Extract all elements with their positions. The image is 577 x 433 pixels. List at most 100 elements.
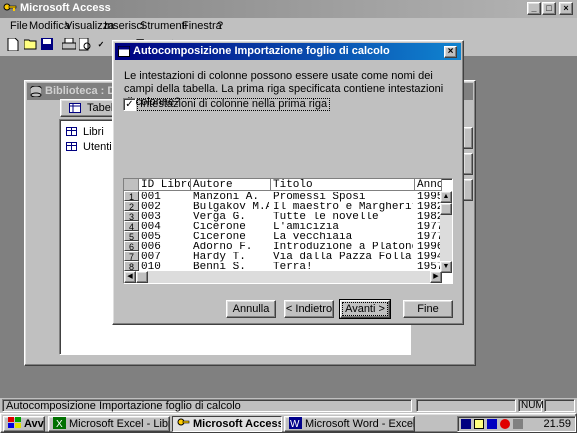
scroll-right-icon[interactable]: ▶ [430, 271, 442, 283]
row-number[interactable]: 3 [124, 211, 139, 222]
column-header-anno[interactable]: Anno [415, 179, 442, 191]
list-item-libri[interactable]: Libri [66, 126, 104, 138]
clock: 21.59 [543, 418, 571, 430]
preview-grid[interactable]: ID Libro Autore Titolo Anno 1 001 Manzoni … [123, 178, 453, 284]
dialog-title: Autocomposizione Importazione foglio di … [133, 45, 390, 57]
cell-autore: Hardy T. [193, 252, 246, 262]
cell-titolo: Introduzione a Platone [273, 242, 413, 252]
column-header-autore[interactable]: Autore [191, 179, 271, 191]
row-number[interactable]: 1 [124, 191, 139, 202]
spelling-icon[interactable]: ✓ [94, 38, 108, 52]
design-button[interactable] [463, 153, 473, 175]
close-button[interactable]: × [559, 2, 573, 15]
table-icon [69, 103, 81, 113]
open-icon[interactable] [23, 38, 38, 52]
app-title-bar[interactable]: Microsoft Access _ □ × [0, 0, 577, 18]
row-number[interactable]: 7 [124, 251, 139, 262]
row-number[interactable]: 4 [124, 221, 139, 232]
system-tray: 21.59 [457, 416, 576, 432]
task-access[interactable]: Microsoft Access [172, 416, 282, 432]
maximize-button[interactable]: □ [542, 2, 556, 15]
new-icon[interactable] [6, 37, 20, 52]
grid-corner [124, 179, 139, 191]
header-row-checkbox-row[interactable]: ✓ Intestazioni di colonne nella prima ri… [123, 98, 331, 112]
next-button[interactable]: Avanti > [339, 299, 391, 319]
column-header-id-libro[interactable]: ID Libro [139, 179, 191, 191]
save-icon[interactable] [40, 38, 54, 52]
open-button[interactable] [463, 127, 473, 149]
horizontal-scrollbar[interactable]: ◀ ▶ [124, 271, 442, 283]
cell-anno: 1977 [417, 232, 442, 242]
cell-id-libro: 001 [141, 192, 161, 202]
scroll-left-icon[interactable]: ◀ [124, 271, 136, 283]
task-word-excel[interactable]: W Microsoft Word - Excel [284, 416, 415, 432]
cell-titolo: Promessi Sposi [273, 192, 366, 202]
scroll-thumb[interactable] [440, 203, 452, 215]
cell-titolo: L'amicizia [273, 222, 340, 232]
svg-text:W: W [290, 419, 300, 429]
cell-anno: 1977 [417, 222, 442, 232]
access-key-icon [3, 3, 17, 11]
scroll-thumb[interactable] [136, 271, 148, 283]
tray-icon[interactable] [461, 419, 471, 429]
list-item-utenti[interactable]: Utenti [66, 141, 112, 153]
cell-id-libro: 007 [141, 252, 161, 262]
cell-anno: 1982 [417, 212, 442, 222]
cell-titolo: La vecchiaia [273, 232, 353, 242]
task-label: Microsoft Access [193, 418, 282, 430]
tray-icon[interactable] [474, 419, 484, 429]
task-label: Microsoft Word - Excel [305, 418, 415, 430]
next-button-label: Avanti > [342, 302, 388, 316]
windows-logo-icon [8, 417, 21, 428]
row-number[interactable]: 6 [124, 241, 139, 252]
cell-autore: Adorno F. [193, 242, 253, 252]
status-cell [544, 399, 575, 412]
menu-modifica[interactable]: Modifica [29, 20, 70, 32]
wizard-icon [118, 46, 130, 57]
menu-finestra[interactable]: Finestra [182, 20, 222, 32]
scroll-up-icon[interactable]: ▲ [440, 191, 452, 203]
row-number[interactable]: 8 [124, 261, 139, 272]
list-item-label: Utenti [83, 141, 112, 153]
cell-autore: Manzoni A. [193, 192, 260, 202]
print-icon[interactable] [61, 37, 77, 52]
database-icon [30, 86, 42, 97]
header-row-checkbox[interactable]: ✓ [123, 98, 136, 111]
svg-text:X: X [56, 419, 63, 429]
print-preview-icon[interactable] [78, 37, 92, 52]
tray-icon[interactable] [500, 419, 510, 429]
cell-anno: 1982 [417, 202, 442, 212]
column-header-titolo[interactable]: Titolo [271, 179, 415, 191]
vertical-scrollbar[interactable]: ▲ ▼ [440, 191, 452, 273]
status-text: Autocomposizione Importazione foglio di … [2, 399, 412, 412]
grid-header: ID Libro Autore Titolo Anno [124, 179, 452, 191]
import-wizard-dialog[interactable]: Autocomposizione Importazione foglio di … [112, 40, 464, 325]
back-button[interactable]: < Indietro [284, 300, 334, 318]
cancel-button[interactable]: Annulla [226, 300, 276, 318]
menu-help[interactable]: ? [217, 20, 223, 32]
volume-icon[interactable] [513, 419, 523, 429]
header-row-checkbox-label[interactable]: Intestazioni di colonne nella prima riga [137, 98, 331, 111]
cell-id-libro: 005 [141, 232, 161, 242]
cell-id-libro: 004 [141, 222, 161, 232]
finish-button[interactable]: Fine [403, 300, 453, 318]
row-number[interactable]: 2 [124, 201, 139, 212]
new-button[interactable] [463, 179, 473, 201]
menu-file[interactable]: File [10, 20, 28, 32]
dialog-title-bar[interactable]: Autocomposizione Importazione foglio di … [115, 43, 461, 60]
status-cell [416, 399, 516, 412]
cell-autore: Cicerone [193, 222, 246, 232]
menu-strumenti[interactable]: Strumenti [140, 20, 187, 32]
start-button[interactable]: Avvio [3, 416, 45, 432]
dialog-close-icon[interactable]: × [444, 46, 457, 58]
tray-icon[interactable] [487, 419, 497, 429]
menu-inserisci[interactable]: Inserisci [104, 20, 144, 32]
task-excel-libri[interactable]: X Microsoft Excel - Libri [48, 416, 170, 432]
cell-id-libro: 003 [141, 212, 161, 222]
minimize-button[interactable]: _ [527, 2, 541, 15]
access-key-icon [177, 418, 190, 426]
app-title: Microsoft Access [20, 2, 111, 14]
cell-anno: 1994 [417, 252, 442, 262]
start-label: Avvio [24, 418, 44, 430]
row-number[interactable]: 5 [124, 231, 139, 242]
